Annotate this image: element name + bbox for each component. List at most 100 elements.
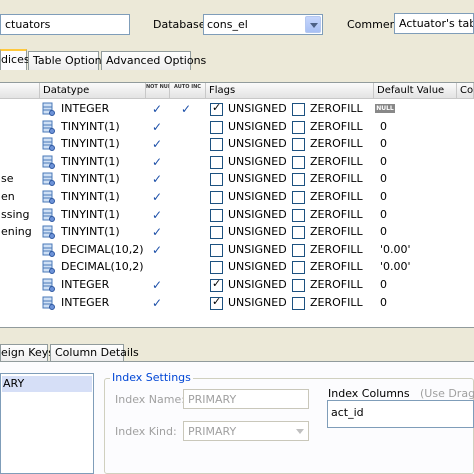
default-value[interactable]: '0.00' xyxy=(380,258,411,276)
default-value[interactable]: 0 xyxy=(380,118,387,136)
zerofill-checkbox[interactable] xyxy=(292,120,305,134)
default-value[interactable]: 0 xyxy=(380,206,387,224)
column-name[interactable] xyxy=(0,241,40,259)
table-row[interactable]: INTEGER ✓ UNSIGNED ZEROFILL 0 xyxy=(0,294,474,312)
column-name[interactable]: en xyxy=(0,188,40,206)
zerofill-checkbox[interactable] xyxy=(292,138,305,152)
default-value[interactable]: 0 xyxy=(380,276,387,294)
unsigned-checkbox[interactable] xyxy=(210,191,223,204)
unsigned-checkbox[interactable] xyxy=(210,101,223,116)
unsigned-checkbox[interactable] xyxy=(210,155,223,169)
header-default[interactable]: Default Value xyxy=(374,83,457,99)
default-value[interactable]: 0 xyxy=(380,188,387,206)
column-datatype[interactable]: INTEGER xyxy=(61,276,146,294)
table-row[interactable]: ening TINYINT(1) ✓ UNSIGNED ZEROFILL 0 xyxy=(0,223,474,241)
tab-foreign-keys[interactable]: eign Keys xyxy=(0,344,54,362)
default-value[interactable]: 0 xyxy=(380,153,387,171)
unsigned-checkbox[interactable] xyxy=(210,277,223,292)
column-name[interactable]: ening xyxy=(0,223,40,241)
null-badge[interactable]: NULL xyxy=(375,104,395,113)
column-datatype[interactable]: TINYINT(1) xyxy=(61,118,146,136)
not-null-check-icon[interactable]: ✓ xyxy=(152,170,162,188)
header-not-null[interactable]: NOT NULL xyxy=(146,83,170,99)
column-datatype[interactable]: DECIMAL(10,2) xyxy=(61,258,146,276)
zerofill-checkbox[interactable] xyxy=(292,296,305,310)
not-null-check-icon[interactable]: ✓ xyxy=(152,206,162,224)
default-value[interactable]: 0 xyxy=(380,294,387,312)
table-row[interactable]: en TINYINT(1) ✓ UNSIGNED ZEROFILL 0 xyxy=(0,188,474,206)
column-name[interactable] xyxy=(0,153,40,171)
unsigned-checkbox[interactable] xyxy=(210,173,223,187)
column-name[interactable] xyxy=(0,294,40,312)
chevron-down-icon[interactable] xyxy=(296,429,304,434)
not-null-check-icon[interactable]: ✓ xyxy=(152,118,162,136)
index-columns-list[interactable]: act_id xyxy=(327,400,474,428)
unsigned-checkbox[interactable] xyxy=(210,295,223,310)
not-null-check-icon[interactable]: ✓ xyxy=(152,241,162,259)
unsigned-checkbox[interactable] xyxy=(210,208,223,222)
column-name[interactable] xyxy=(0,258,40,276)
default-value[interactable]: 0 xyxy=(380,170,387,188)
index-name-field[interactable]: PRIMARY xyxy=(183,389,309,409)
not-null-check-icon[interactable]: ✓ xyxy=(152,223,162,241)
header-auto-inc[interactable]: AUTO INC xyxy=(170,83,206,99)
column-datatype[interactable]: TINYINT(1) xyxy=(61,188,146,206)
table-row[interactable]: TINYINT(1) ✓ UNSIGNED ZEROFILL 0 xyxy=(0,135,474,153)
column-datatype[interactable]: INTEGER xyxy=(61,294,146,312)
comment-field[interactable]: Actuator's table, xyxy=(394,13,474,34)
not-null-check-icon[interactable]: ✓ xyxy=(152,294,162,312)
not-null-check-icon[interactable]: ✓ xyxy=(152,100,162,118)
zerofill-checkbox[interactable] xyxy=(292,279,305,292)
index-kind-select[interactable]: PRIMARY xyxy=(183,421,309,441)
not-null-check-icon[interactable]: ✓ xyxy=(152,188,162,206)
chevron-down-icon[interactable] xyxy=(305,16,321,33)
unsigned-checkbox[interactable] xyxy=(210,226,223,240)
header-datatype[interactable]: Datatype xyxy=(40,83,146,99)
column-datatype[interactable]: TINYINT(1) xyxy=(61,206,146,224)
table-row[interactable]: TINYINT(1) ✓ UNSIGNED ZEROFILL 0 xyxy=(0,118,474,136)
column-name[interactable]: se xyxy=(0,170,40,188)
default-value[interactable]: 0 xyxy=(380,223,387,241)
column-name[interactable] xyxy=(0,118,40,136)
table-row[interactable]: DECIMAL(10,2) ✓ UNSIGNED ZEROFILL '0.00' xyxy=(0,241,474,259)
column-name[interactable]: ssing xyxy=(0,206,40,224)
tab-advanced-options[interactable]: Advanced Options xyxy=(101,51,206,70)
unsigned-checkbox[interactable] xyxy=(210,138,223,152)
tab-column-details[interactable]: Column Details xyxy=(50,344,139,362)
zerofill-checkbox[interactable] xyxy=(292,191,305,204)
database-select[interactable]: cons_el xyxy=(203,14,323,35)
zerofill-checkbox[interactable] xyxy=(292,261,305,275)
zerofill-checkbox[interactable] xyxy=(292,208,305,222)
index-list[interactable]: ARY xyxy=(0,373,94,474)
table-row[interactable]: DECIMAL(10,2) UNSIGNED ZEROFILL '0.00' xyxy=(0,258,474,276)
table-row[interactable]: INTEGER ✓ UNSIGNED ZEROFILL 0 xyxy=(0,276,474,294)
column-name[interactable] xyxy=(0,100,40,118)
column-datatype[interactable]: TINYINT(1) xyxy=(61,170,146,188)
column-datatype[interactable]: INTEGER xyxy=(61,100,146,118)
not-null-check-icon[interactable]: ✓ xyxy=(152,276,162,294)
header-comment[interactable]: Co xyxy=(457,83,474,99)
list-item[interactable]: ARY xyxy=(2,376,92,392)
table-row[interactable]: TINYINT(1) ✓ UNSIGNED ZEROFILL 0 xyxy=(0,153,474,171)
column-name[interactable] xyxy=(0,135,40,153)
column-datatype[interactable]: TINYINT(1) xyxy=(61,153,146,171)
unsigned-checkbox[interactable] xyxy=(210,261,223,275)
unsigned-checkbox[interactable] xyxy=(210,243,223,257)
table-row[interactable]: ssing TINYINT(1) ✓ UNSIGNED ZEROFILL 0 xyxy=(0,206,474,224)
not-null-check-icon[interactable]: ✓ xyxy=(152,135,162,153)
header-flags[interactable]: Flags xyxy=(206,83,374,99)
zerofill-checkbox[interactable] xyxy=(292,243,305,257)
auto-inc-check-icon[interactable]: ✓ xyxy=(181,100,191,118)
default-value[interactable]: '0.00' xyxy=(380,241,411,259)
column-datatype[interactable]: TINYINT(1) xyxy=(61,135,146,153)
not-null-check-icon[interactable]: ✓ xyxy=(152,153,162,171)
table-row[interactable]: se TINYINT(1) ✓ UNSIGNED ZEROFILL 0 xyxy=(0,170,474,188)
column-datatype[interactable]: TINYINT(1) xyxy=(61,223,146,241)
zerofill-checkbox[interactable] xyxy=(292,155,305,169)
zerofill-checkbox[interactable] xyxy=(292,173,305,187)
table-row[interactable]: INTEGER ✓ ✓ UNSIGNED ZEROFILL NULL xyxy=(0,100,474,118)
zerofill-checkbox[interactable] xyxy=(292,103,305,116)
list-item[interactable]: act_id xyxy=(331,406,364,419)
unsigned-checkbox[interactable] xyxy=(210,120,223,134)
table-name-field[interactable]: ctuators xyxy=(0,14,130,35)
